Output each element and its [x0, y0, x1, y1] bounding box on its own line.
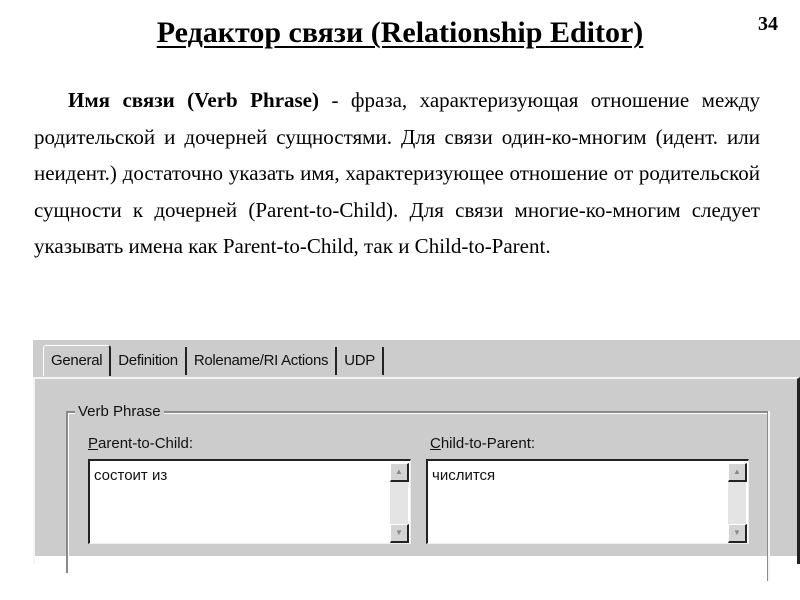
label-text: hild-to-Parent:: [440, 435, 536, 452]
parent-to-child-input[interactable]: состоит из ▲ ▼: [88, 459, 411, 544]
scroll-down-arrow-icon[interactable]: ▼: [728, 524, 747, 543]
parent-to-child-value[interactable]: состоит из: [94, 467, 167, 484]
scroll-up-arrow-icon[interactable]: ▲: [728, 463, 747, 482]
term-verb-phrase: Имя связи (Verb Phrase): [68, 88, 319, 112]
tab-udp[interactable]: UDP: [337, 347, 384, 375]
parent-to-child-scrollbar[interactable]: ▲ ▼: [390, 463, 409, 543]
description-text: - фраза, характеризующая отношение между…: [34, 88, 760, 258]
tab-rolename-ri-actions[interactable]: Rolename/RI Actions: [187, 347, 338, 375]
tab-strip: General Definition Rolename/RI Actions U…: [43, 345, 384, 377]
child-to-parent-input[interactable]: числится ▲ ▼: [426, 459, 749, 544]
accelerator-key: P: [88, 435, 99, 452]
label-text: arent-to-Child:: [98, 435, 194, 452]
scroll-up-arrow-icon[interactable]: ▲: [390, 463, 409, 482]
relationship-editor-dialog: General Definition Rolename/RI Actions U…: [33, 340, 800, 581]
page-number: 34: [758, 13, 778, 35]
child-to-parent-label: Child-to-Parent:: [430, 435, 535, 452]
accelerator-key: C: [430, 435, 441, 452]
description-paragraph: Имя связи (Verb Phrase) - фраза, характе…: [34, 82, 760, 265]
child-to-parent-scrollbar[interactable]: ▲ ▼: [728, 463, 747, 543]
tab-definition[interactable]: Definition: [111, 347, 187, 375]
slide-title: Редактор связи (Relationship Editor): [156, 16, 644, 49]
parent-to-child-label: Parent-to-Child:: [88, 435, 193, 452]
verb-phrase-group-label: Verb Phrase: [75, 403, 164, 420]
scroll-down-arrow-icon[interactable]: ▼: [390, 524, 409, 543]
tab-general[interactable]: General: [43, 345, 112, 376]
child-to-parent-value[interactable]: числится: [432, 467, 495, 484]
